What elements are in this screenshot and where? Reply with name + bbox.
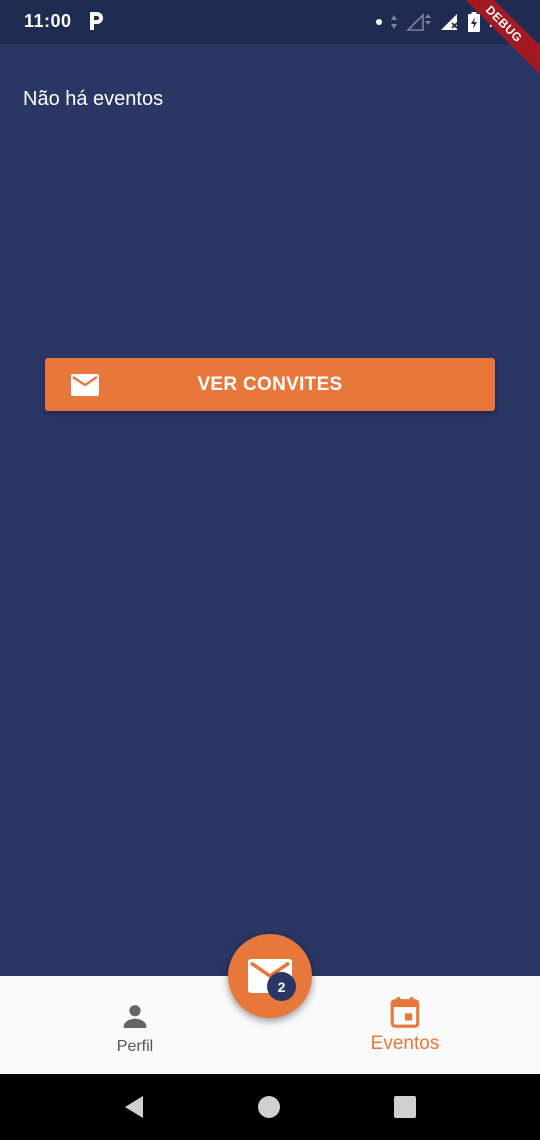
nav-item-perfil[interactable]: Perfil — [0, 976, 270, 1074]
status-bar: 11:00 75% DEBUG — [0, 0, 540, 81]
recents-icon[interactable] — [392, 1094, 418, 1120]
data-arrows-icon — [390, 15, 397, 29]
system-navigation-bar — [0, 1074, 540, 1140]
ver-convites-label: VER CONVITES — [197, 373, 343, 395]
nav-label-eventos: Eventos — [370, 1033, 440, 1054]
person-icon — [123, 1005, 147, 1028]
invites-badge: 2 — [267, 972, 296, 1001]
invites-fab[interactable]: 2 — [228, 934, 312, 1018]
notification-dot-icon — [375, 19, 382, 25]
nav-item-eventos[interactable]: Eventos — [270, 976, 540, 1074]
signal-empty-icon — [406, 13, 431, 31]
mail-icon — [71, 374, 99, 396]
back-icon[interactable] — [121, 1094, 147, 1120]
calendar-icon — [390, 997, 420, 1028]
status-time: 11:00 — [24, 11, 72, 31]
ver-convites-button[interactable]: VER CONVITES — [45, 358, 495, 411]
home-icon[interactable] — [256, 1094, 282, 1120]
battery-icon — [467, 12, 480, 32]
nav-label-perfil: Perfil — [116, 1038, 154, 1055]
empty-events-message: Não há eventos — [23, 88, 164, 110]
p-icon — [90, 12, 103, 30]
signal-icon — [440, 14, 458, 30]
